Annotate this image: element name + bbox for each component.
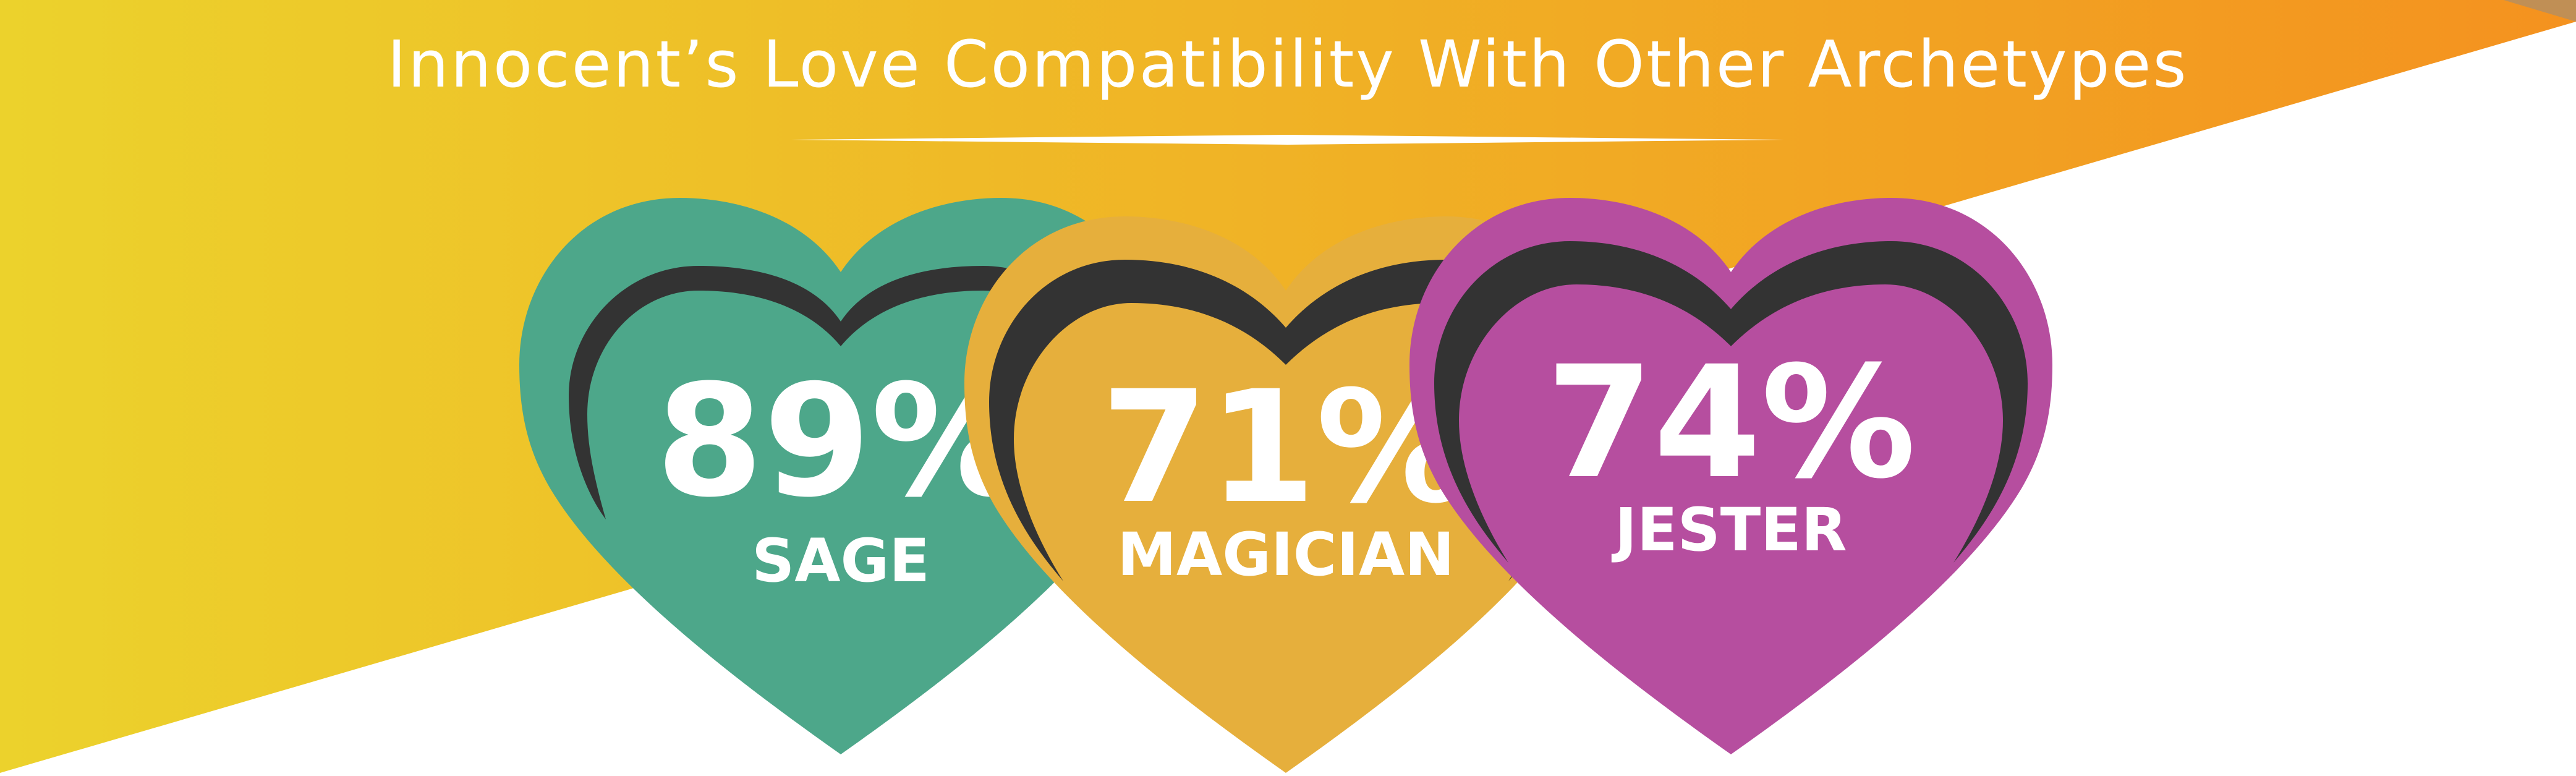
infographic-canvas: Innocent’s Love Compatibility With Other… bbox=[0, 0, 2576, 773]
heart-magician-name: MAGICIAN bbox=[1117, 520, 1454, 589]
heart-jester-name: JESTER bbox=[1611, 495, 1847, 565]
page-title: Innocent’s Love Compatibility With Other… bbox=[387, 27, 2188, 102]
heart-jester: 74% JESTER bbox=[1409, 198, 2052, 754]
heart-sage-name: SAGE bbox=[752, 526, 930, 595]
infographic-banner: Innocent’s Love Compatibility With Other… bbox=[0, 0, 2576, 773]
heart-jester-percent: 74% bbox=[1546, 333, 1916, 513]
